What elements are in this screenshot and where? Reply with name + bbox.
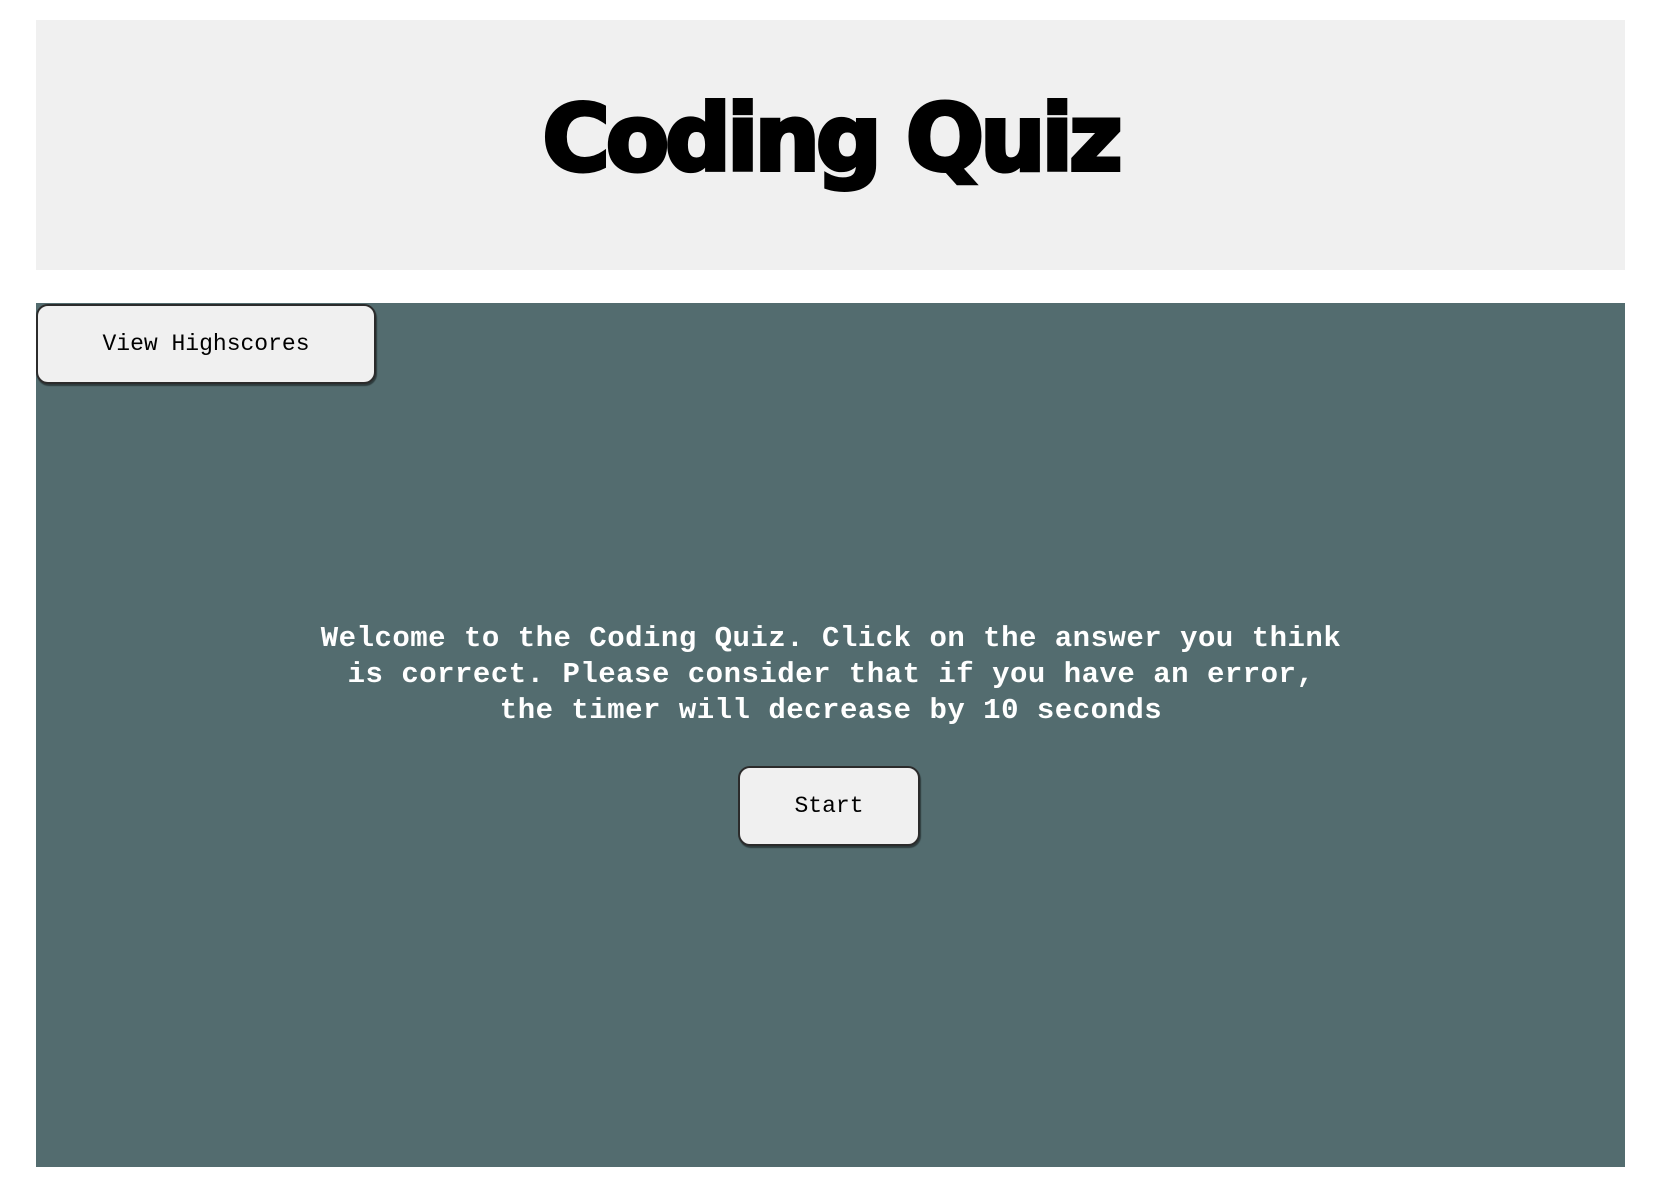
intro-text: Welcome to the Coding Quiz. Click on the… bbox=[320, 622, 1342, 727]
page-header: Coding Quiz bbox=[36, 20, 1625, 270]
quiz-container: View Highscores Welcome to the Coding Qu… bbox=[36, 303, 1625, 1167]
view-highscores-button[interactable]: View Highscores bbox=[36, 304, 376, 384]
page: Coding Quiz View Highscores Welcome to t… bbox=[0, 0, 1662, 1196]
page-title: Coding Quiz bbox=[540, 85, 1124, 192]
start-button[interactable]: Start bbox=[738, 766, 920, 846]
